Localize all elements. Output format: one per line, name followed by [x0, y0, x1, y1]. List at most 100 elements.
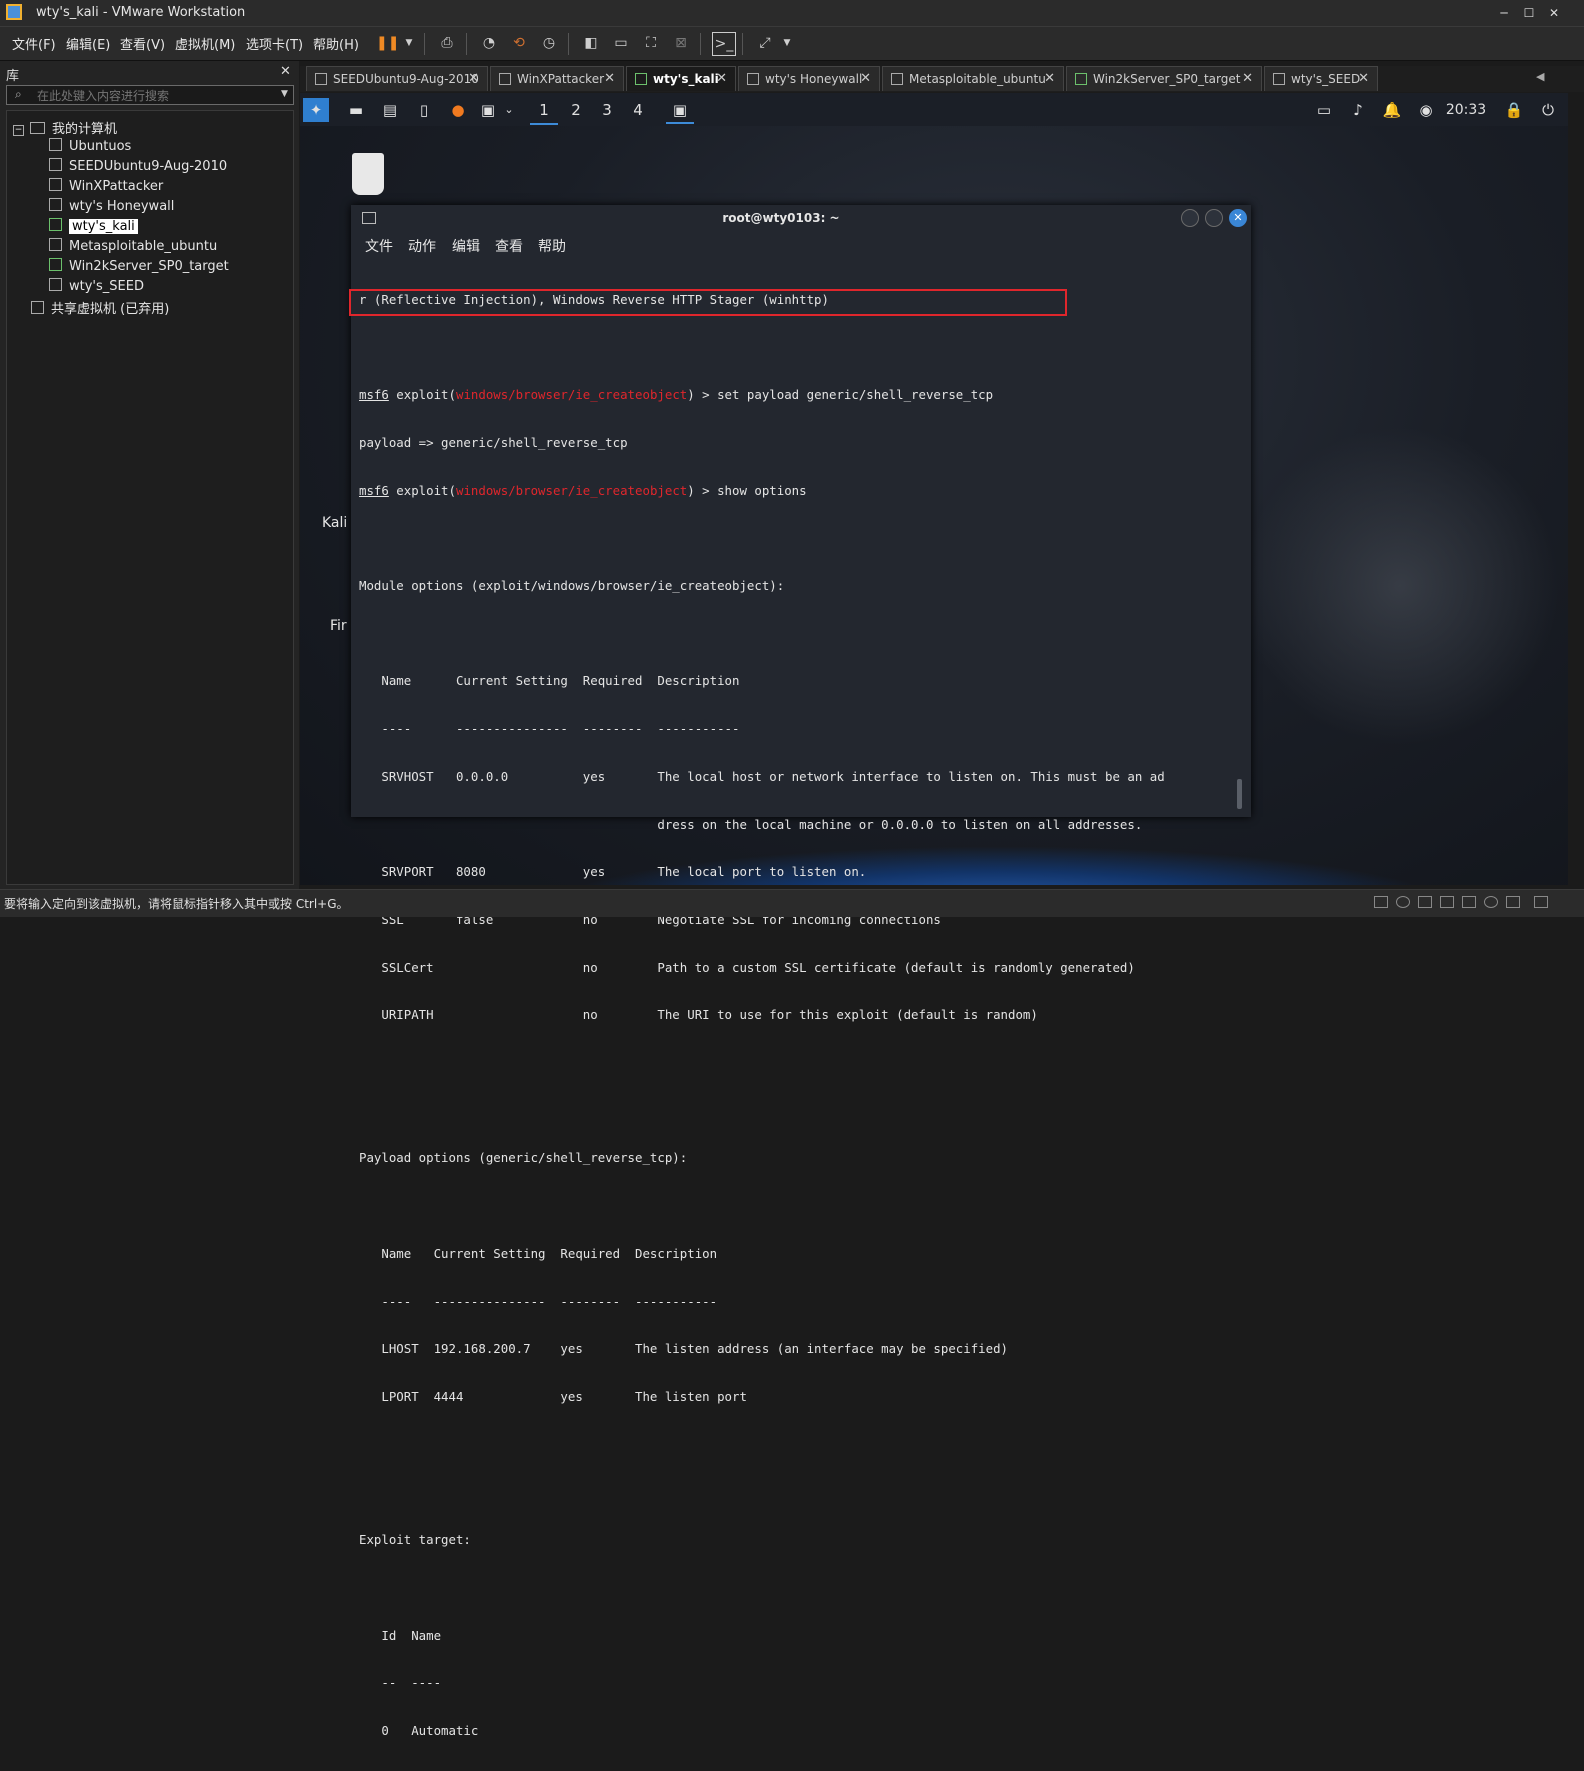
show-desktop-icon[interactable]: ▬	[344, 98, 368, 122]
close-tab-icon[interactable]: ✕	[716, 71, 727, 86]
command-line-show-options: msf6 exploit(windows/browser/ie_createob…	[359, 482, 807, 498]
tree-vm-item[interactable]: Ubuntuos	[49, 138, 131, 156]
power-status-icon[interactable]: ◉	[1414, 98, 1438, 122]
lock-screen-icon[interactable]: 🔒	[1502, 98, 1526, 122]
tree-vm-item-selected[interactable]: wty's_kali	[49, 218, 138, 236]
terminal-scrollbar[interactable]	[1237, 779, 1242, 809]
terminal-menu-edit[interactable]: 编辑	[452, 236, 480, 256]
terminal-maximize-button[interactable]	[1205, 209, 1223, 227]
tree-vm-item[interactable]: Metasploitable_ubuntu	[49, 238, 217, 256]
terminal-menu-help[interactable]: 帮助	[538, 236, 566, 256]
terminal-menu-file[interactable]: 文件	[365, 236, 393, 256]
printer-status-icon[interactable]	[1462, 896, 1476, 908]
workspace-3[interactable]: 3	[593, 97, 621, 123]
menu-tabs[interactable]: 选项卡(T)	[246, 34, 303, 53]
network-status-icon[interactable]	[1418, 896, 1432, 908]
close-tab-icon[interactable]: ✕	[860, 71, 871, 86]
library-search-box[interactable]: ⌕ ▼	[6, 85, 294, 105]
search-dropdown-icon[interactable]: ▼	[281, 89, 288, 99]
tab-scroll-left-icon[interactable]: ◀	[1536, 70, 1544, 83]
display-icon[interactable]: ▭	[1312, 98, 1336, 122]
tree-vm-item[interactable]: wty's_SEED	[49, 278, 144, 296]
target-table-header: Id Name	[359, 1627, 442, 1643]
trash-desktop-icon[interactable]	[352, 153, 384, 195]
tab-vm[interactable]: WinXPattacker ✕	[490, 66, 624, 91]
vm-tab-icon	[1273, 73, 1285, 85]
close-tab-icon[interactable]: ✕	[604, 71, 615, 86]
close-window-button[interactable]: ✕	[1544, 3, 1564, 23]
workspace-4[interactable]: 4	[624, 97, 652, 123]
workspace-2[interactable]: 2	[562, 97, 590, 123]
terminal-menu-action[interactable]: 动作	[408, 236, 436, 256]
tab-vm[interactable]: Win2kServer_SP0_target ✕	[1066, 66, 1262, 91]
tree-vm-item[interactable]: SEEDUbuntu9-Aug-2010	[49, 158, 227, 176]
logout-icon[interactable]: ⏻	[1536, 98, 1560, 122]
desktop-label-firefox[interactable]: Fir	[330, 618, 347, 634]
close-tab-icon[interactable]: ✕	[1242, 71, 1253, 86]
terminal-launcher-icon[interactable]: ▣	[476, 98, 500, 122]
tree-vm-item[interactable]: WinXPattacker	[49, 178, 163, 196]
tree-vm-item[interactable]: Win2kServer_SP0_target	[49, 258, 229, 276]
tab-vm[interactable]: wty's_SEED ✕	[1264, 66, 1378, 91]
stretch-dropdown-icon[interactable]: ▼	[776, 32, 798, 54]
volume-icon[interactable]: ♪	[1346, 98, 1370, 122]
module-option-row: URIPATH no The URI to use for this explo…	[359, 1007, 1038, 1023]
menu-vm[interactable]: 虚拟机(M)	[175, 34, 235, 53]
tab-vm[interactable]: wty's Honeywall ✕	[738, 66, 880, 91]
cdrom-status-icon[interactable]	[1396, 896, 1410, 908]
show-library-icon[interactable]: ◧	[580, 32, 602, 54]
menu-view[interactable]: 查看(V)	[120, 34, 165, 53]
vm-tab-strip: SEEDUbuntu9-Aug-2010 ✕ WinXPattacker ✕ wty…	[300, 66, 1584, 92]
menu-file[interactable]: 文件(F)	[12, 34, 56, 53]
terminal-close-button[interactable]: ✕	[1229, 209, 1247, 227]
firefox-icon[interactable]: ●	[446, 98, 470, 122]
close-tab-icon[interactable]: ✕	[1358, 71, 1369, 86]
send-ctrl-alt-del-icon[interactable]: ⎙	[436, 32, 458, 54]
launcher-dropdown-icon[interactable]: ⌄	[501, 98, 517, 122]
terminal-minimize-button[interactable]	[1181, 209, 1199, 227]
menu-help[interactable]: 帮助(H)	[313, 34, 359, 53]
tree-shared-vms[interactable]: 共享虚拟机 (已弃用)	[31, 298, 169, 317]
menu-edit[interactable]: 编辑(E)	[66, 34, 110, 53]
fullscreen-icon[interactable]: ⛶	[640, 32, 662, 54]
pause-icon[interactable]: ❚❚	[376, 32, 399, 54]
stretch-view-icon[interactable]: ⤢	[754, 32, 776, 54]
library-search-input[interactable]	[35, 87, 279, 105]
module-option-row: SSLCert no Path to a custom SSL certific…	[359, 959, 1135, 975]
maximize-button[interactable]: ☐	[1519, 3, 1539, 23]
pause-dropdown-icon[interactable]: ▼	[398, 32, 420, 54]
revert-snapshot-icon[interactable]: ⟲	[508, 32, 530, 54]
close-tab-icon[interactable]: ✕	[1044, 71, 1055, 86]
display-status-icon[interactable]	[1506, 896, 1520, 908]
tab-vm[interactable]: Metasploitable_ubuntu ✕	[882, 66, 1064, 91]
sound-status-icon[interactable]	[1440, 896, 1454, 908]
close-tab-icon[interactable]: ✕	[468, 71, 479, 86]
notification-bell-icon[interactable]: 🔔	[1380, 98, 1404, 122]
tree-vm-item[interactable]: wty's Honeywall	[49, 198, 174, 216]
vm-tab-icon	[315, 73, 327, 85]
unity-icon[interactable]: ⊠	[670, 32, 692, 54]
command-line-set-payload: msf6 exploit(windows/browser/ie_createob…	[359, 387, 994, 403]
text-editor-icon[interactable]: ▯	[412, 98, 436, 122]
kali-menu-icon[interactable]: ✦	[303, 98, 329, 122]
terminal-output[interactable]: r (Reflective Injection), Windows Revers…	[359, 260, 1239, 1771]
file-manager-icon[interactable]: ▤	[378, 98, 402, 122]
minimize-button[interactable]: ─	[1494, 3, 1514, 23]
thumbnail-bar-icon[interactable]: ▭	[610, 32, 632, 54]
hdd-status-icon[interactable]	[1374, 896, 1388, 908]
messages-status-icon[interactable]	[1534, 896, 1548, 908]
vm-tab-icon	[635, 73, 647, 85]
snapshot-icon[interactable]: ◔	[478, 32, 500, 54]
collapse-icon[interactable]: −	[13, 125, 24, 136]
close-library-icon[interactable]: ✕	[280, 64, 291, 79]
tab-vm-active[interactable]: wty's_kali ✕	[626, 66, 736, 91]
console-view-icon[interactable]: >_	[712, 32, 736, 56]
snapshot-manager-icon[interactable]: ◷	[538, 32, 560, 54]
terminal-menu-view[interactable]: 查看	[495, 236, 523, 256]
panel-clock[interactable]: 20:33	[1444, 98, 1488, 122]
tree-my-computer[interactable]: − 我的计算机	[13, 118, 117, 137]
usb-status-icon[interactable]	[1484, 896, 1498, 908]
workspace-1[interactable]: 1	[530, 97, 558, 125]
taskbar-terminal-icon[interactable]: ▣	[666, 98, 694, 124]
tab-vm[interactable]: SEEDUbuntu9-Aug-2010 ✕	[306, 66, 488, 91]
